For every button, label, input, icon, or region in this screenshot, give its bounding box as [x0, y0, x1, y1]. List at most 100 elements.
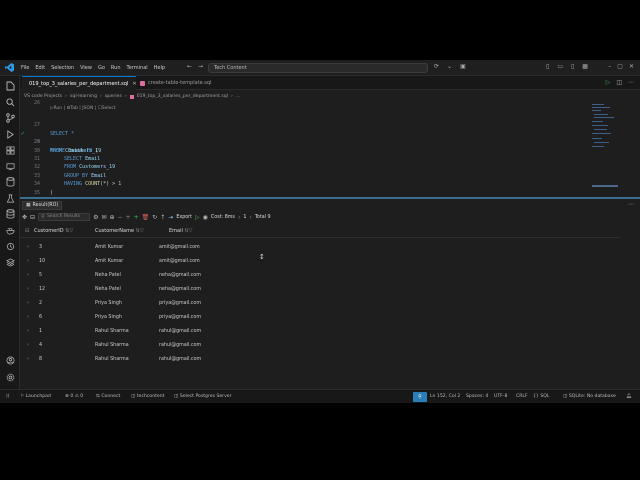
table-cell[interactable]: Neha Patel	[95, 287, 121, 292]
table-row[interactable]: › 10 Amit Kumar amit@gmail.com	[20, 255, 620, 269]
table-cell[interactable]: 6	[39, 315, 42, 320]
row-selector-icon[interactable]: ⊟	[25, 228, 29, 234]
sql-tools-icon[interactable]	[4, 208, 16, 220]
table-row[interactable]: › 8 Rahul Sharma rahul@gmail.com	[20, 353, 620, 367]
add-icon[interactable]: +	[134, 214, 139, 221]
remove-row-icon[interactable]: −	[118, 214, 123, 221]
testing-icon[interactable]	[4, 192, 16, 204]
chevron-right-icon[interactable]: ›	[27, 244, 29, 250]
chevron-right-icon[interactable]: ›	[27, 314, 29, 320]
run-icon[interactable]: ▷	[195, 214, 200, 221]
toggle-panel-icon[interactable]: ▭	[557, 63, 563, 70]
table-cell[interactable]: Rahul Sharma	[95, 357, 129, 362]
toggle-secondary-sidebar-icon[interactable]: ▯	[571, 63, 574, 70]
column-header-customername[interactable]: CustomerName ⇅▽	[95, 228, 144, 234]
notifications-bell-icon[interactable]: 🔔︎	[626, 394, 632, 399]
chevron-right-icon[interactable]: ›	[27, 286, 29, 292]
account-icon[interactable]	[4, 354, 16, 366]
menu-help[interactable]: Help	[151, 65, 168, 71]
column-header-customerid[interactable]: CustomerID ⇅▽	[34, 228, 73, 234]
breadcrumb-item[interactable]: sql-learning	[70, 94, 97, 99]
postgres-server-item[interactable]: ◫ Select Postgres Server	[174, 394, 232, 399]
code-editor[interactable]: 26 ▷Run | ⊟Tab | JSON | ☐Select 27 SELEC…	[20, 100, 640, 204]
chevron-right-icon[interactable]: ›	[27, 272, 29, 278]
forward-arrow-icon[interactable]: →	[198, 63, 203, 70]
back-arrow-icon[interactable]: ←	[187, 63, 192, 70]
connection-item[interactable]: ◫ techcontent	[131, 394, 164, 399]
table-row[interactable]: › 5 Neha Patel neha@gmail.com	[20, 269, 620, 283]
move-icon[interactable]: ✥	[22, 214, 27, 221]
run-query-icon[interactable]: ▷	[606, 79, 611, 86]
explorer-icon[interactable]	[4, 80, 16, 92]
command-center-search[interactable]: Tech Content	[208, 63, 428, 73]
tab-create-table-template[interactable]: create-table-template.sql	[136, 76, 222, 90]
table-cell[interactable]: 10	[39, 259, 45, 264]
table-cell[interactable]: neha@gmail.com	[159, 273, 201, 278]
table-cell[interactable]: Amit Kumar	[95, 245, 123, 250]
table-cell[interactable]: 4	[39, 343, 42, 348]
table-row[interactable]: › 12 Neha Patel neha@gmail.com	[20, 283, 620, 297]
add-row-icon[interactable]: +	[126, 214, 131, 221]
eye-icon[interactable]: ◉	[203, 214, 208, 221]
chevron-right-icon[interactable]: ›	[27, 342, 29, 348]
breadcrumb-item[interactable]: ...	[236, 94, 240, 99]
run-debug-icon[interactable]	[4, 128, 16, 140]
end-of-line[interactable]: CRLF	[516, 394, 528, 399]
table-cell[interactable]: 12	[39, 287, 45, 292]
breadcrumb-item[interactable]: VS code Projects	[24, 94, 62, 99]
table-cell[interactable]: priya@gmail.com	[159, 301, 201, 306]
copilot-icon[interactable]: ⟳	[434, 63, 439, 70]
tab-result[interactable]: ▦ Result(RO)	[22, 201, 63, 210]
filter-icon[interactable]: ⊟	[30, 214, 35, 221]
page-number[interactable]: 1	[243, 215, 246, 220]
column-header-email[interactable]: Email ⇅▽	[169, 228, 193, 234]
table-cell[interactable]: rahul@gmail.com	[159, 357, 201, 362]
remote-icon[interactable]: ⟩⟨	[6, 394, 10, 399]
chevron-right-icon[interactable]: ›	[27, 356, 29, 362]
chevron-right-icon[interactable]: ›	[27, 328, 29, 334]
database-icon[interactable]	[4, 176, 16, 188]
menu-edit[interactable]: Edit	[32, 65, 48, 71]
table-cell[interactable]: amit@gmail.com	[159, 245, 200, 250]
minimap[interactable]	[592, 102, 620, 192]
table-cell[interactable]: priya@gmail.com	[159, 315, 201, 320]
connect-item[interactable]: ⇆ Connect	[96, 394, 120, 399]
table-row[interactable]: › 3 Amit Kumar amit@gmail.com	[20, 241, 620, 255]
table-cell[interactable]: rahul@gmail.com	[159, 343, 201, 348]
table-cell[interactable]: Priya Singh	[95, 315, 122, 320]
more-actions-icon[interactable]: ⋯	[628, 79, 634, 86]
layers-icon[interactable]	[4, 256, 16, 268]
maximize-icon[interactable]: ▢	[617, 63, 623, 70]
table-cell[interactable]: 1	[39, 329, 42, 334]
panel-more-icon[interactable]: ⋯	[628, 201, 634, 208]
chevron-right-icon[interactable]: ›	[27, 300, 29, 306]
source-control-icon[interactable]	[4, 112, 16, 124]
minimize-icon[interactable]: –	[608, 63, 611, 70]
table-row[interactable]: › 2 Priya Singh priya@gmail.com	[20, 297, 620, 311]
codelens-actions[interactable]: ▷Run | ⊟Tab | JSON | ☐Select	[50, 106, 116, 111]
table-cell[interactable]: 5	[39, 273, 42, 278]
timeline-icon[interactable]	[4, 240, 16, 252]
breadcrumb-item[interactable]: 019_top_3_salaries_per_department.sql	[137, 94, 228, 99]
table-cell[interactable]: 3	[39, 245, 42, 250]
menu-run[interactable]: Run	[108, 65, 124, 71]
table-row[interactable]: › 1 Rahul Sharma rahul@gmail.com	[20, 325, 620, 339]
problems-item[interactable]: ⊗ 0 ⚠ 0	[65, 394, 83, 399]
docker-icon[interactable]	[4, 224, 16, 236]
table-cell[interactable]: Amit Kumar	[95, 259, 123, 264]
table-cell[interactable]: rahul@gmail.com	[159, 329, 201, 334]
tab-019-top-3-salaries[interactable]: 019_top_3_salaries_per_department.sql ✕	[22, 76, 137, 90]
sqlite-status[interactable]: ◫ SQLite: No database	[563, 394, 616, 399]
refresh-icon[interactable]: ↻	[152, 214, 157, 221]
search-icon[interactable]	[4, 96, 16, 108]
cursor-position[interactable]: Ln 152, Col 2	[430, 394, 460, 399]
remote-explorer-icon[interactable]	[4, 160, 16, 172]
arrow-up-icon[interactable]: ↑	[160, 214, 165, 221]
table-row[interactable]: › 4 Rahul Sharma rahul@gmail.com	[20, 339, 620, 353]
table-cell[interactable]: Priya Singh	[95, 301, 122, 306]
delete-icon[interactable]: 🗑	[142, 214, 150, 221]
download-icon[interactable]: ⊕	[109, 214, 114, 221]
export-icon[interactable]: ⇥	[168, 214, 173, 221]
table-cell[interactable]: Rahul Sharma	[95, 343, 129, 348]
menu-go[interactable]: Go	[95, 65, 108, 71]
